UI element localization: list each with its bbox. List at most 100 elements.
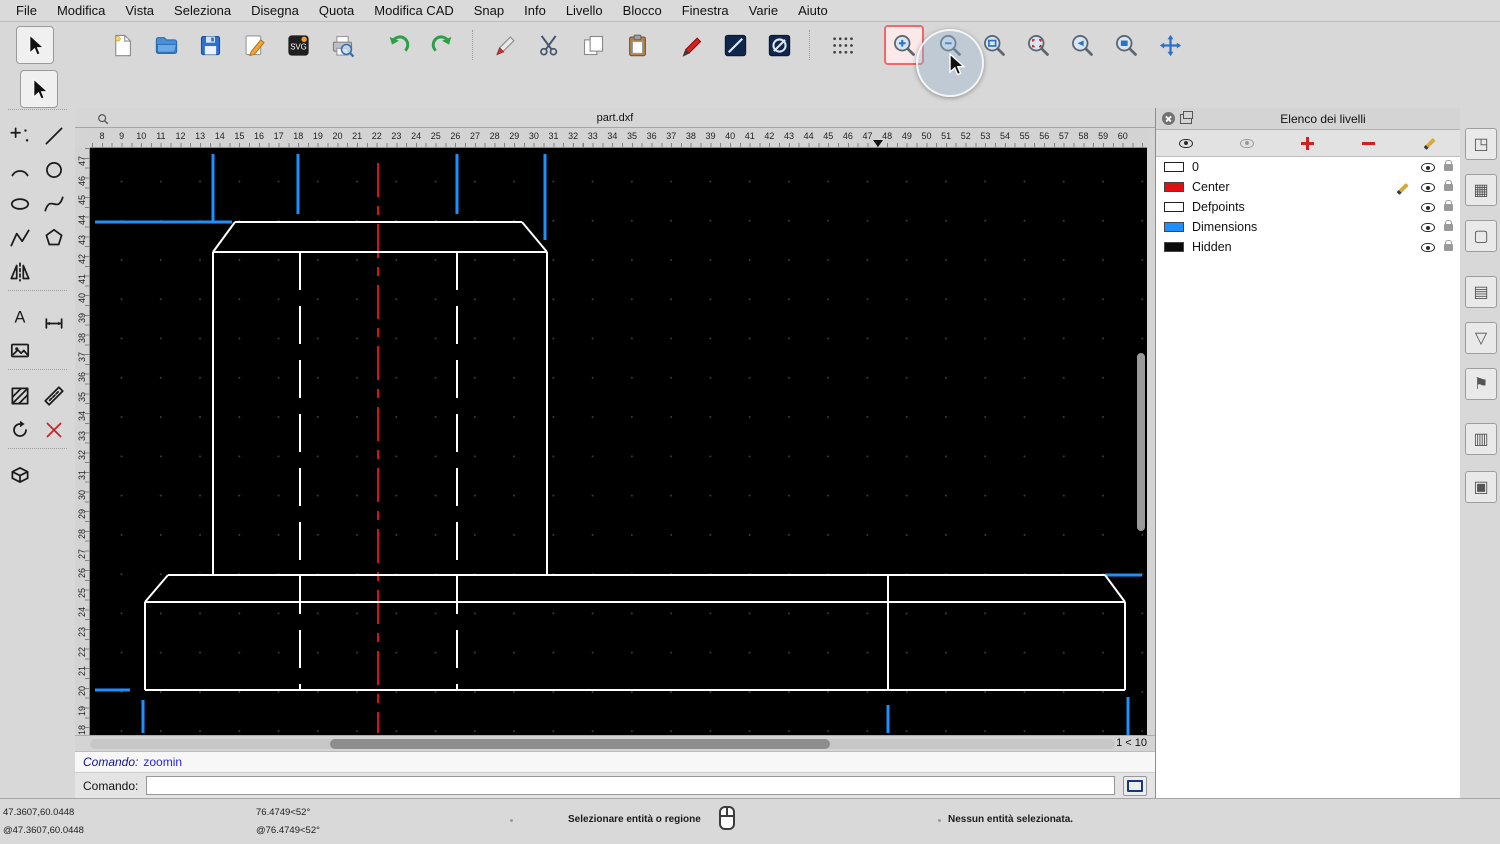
pen-tool-button[interactable] xyxy=(487,27,523,63)
command-input[interactable] xyxy=(146,776,1115,795)
document-titlebar[interactable]: part.dxf xyxy=(75,108,1155,128)
edit-layer-button[interactable] xyxy=(1404,132,1456,154)
layer-row-center[interactable]: Center xyxy=(1156,177,1460,197)
layer-visibility-icon[interactable] xyxy=(1421,203,1435,212)
layer-visibility-icon[interactable] xyxy=(1421,223,1435,232)
paste-button[interactable] xyxy=(619,27,655,63)
cad-canvas[interactable] xyxy=(90,148,1147,735)
hide-all-layers-button[interactable] xyxy=(1221,132,1273,154)
layer-color-swatch[interactable] xyxy=(1164,222,1184,232)
menu-info[interactable]: Info xyxy=(514,3,556,18)
menu-modifica[interactable]: Modifica xyxy=(47,3,115,18)
new-file-button[interactable] xyxy=(104,27,140,63)
zoom-pan-button[interactable] xyxy=(1152,27,1188,63)
circle-tool-button[interactable] xyxy=(37,153,71,187)
menu-seleziona[interactable]: Seleziona xyxy=(164,3,241,18)
close-panel-icon[interactable] xyxy=(1162,112,1175,125)
layer-row-0[interactable]: 0 xyxy=(1156,157,1460,177)
layer-visibility-icon[interactable] xyxy=(1421,163,1435,172)
layer-lock-icon[interactable] xyxy=(1444,164,1453,171)
hatch-tool-button[interactable] xyxy=(3,379,37,413)
show-all-layers-button[interactable] xyxy=(1160,132,1212,154)
menu-snap[interactable]: Snap xyxy=(464,3,514,18)
layer-lock-icon[interactable] xyxy=(1444,244,1453,251)
dock-pen-palette-icon[interactable]: ⚑ xyxy=(1465,368,1497,400)
zoom-auto-button[interactable] xyxy=(976,27,1012,63)
layer-visibility-icon[interactable] xyxy=(1421,183,1435,192)
grid-toggle-button[interactable] xyxy=(824,27,860,63)
export-svg-button[interactable]: SVG xyxy=(280,27,316,63)
layer-color-swatch[interactable] xyxy=(1164,242,1184,252)
horizontal-scrollbar-track[interactable] xyxy=(90,739,1115,749)
menu-vista[interactable]: Vista xyxy=(115,3,164,18)
snap-tool-button[interactable] xyxy=(37,413,71,447)
image-tool-button[interactable] xyxy=(3,334,37,368)
undo-button[interactable] xyxy=(380,27,416,63)
layer-row-dimensions[interactable]: Dimensions xyxy=(1156,217,1460,237)
line-attributes-button[interactable] xyxy=(717,27,753,63)
cut-button[interactable] xyxy=(531,27,567,63)
zoom-window-button[interactable] xyxy=(1108,27,1144,63)
open-file-button[interactable] xyxy=(148,27,184,63)
text-tool-button[interactable]: A xyxy=(3,300,37,334)
zoom-previous-button[interactable] xyxy=(1064,27,1100,63)
layer-color-swatch[interactable] xyxy=(1164,162,1184,172)
zoom-redraw-button[interactable] xyxy=(1020,27,1056,63)
layer-visibility-icon[interactable] xyxy=(1421,243,1435,252)
command-options-button[interactable] xyxy=(1123,776,1147,796)
line-tool-button[interactable] xyxy=(37,119,71,153)
save-button[interactable] xyxy=(192,27,228,63)
dock-entity-list-icon[interactable]: ▤ xyxy=(1465,276,1497,308)
default-action-button[interactable] xyxy=(16,26,54,64)
pen-attributes-button[interactable] xyxy=(673,27,709,63)
menu-file[interactable]: File xyxy=(6,3,47,18)
polygon-tool-button[interactable] xyxy=(37,221,71,255)
layer-lock-icon[interactable] xyxy=(1444,184,1453,191)
measure-tool-button[interactable] xyxy=(37,379,71,413)
layer-lock-icon[interactable] xyxy=(1444,204,1453,211)
layer-color-swatch[interactable] xyxy=(1164,202,1184,212)
ellipse-tool-button[interactable] xyxy=(3,187,37,221)
print-preview-button[interactable] xyxy=(324,27,360,63)
point-tool-button[interactable] xyxy=(3,119,37,153)
float-panel-icon[interactable] xyxy=(1180,114,1192,124)
layer-row-hidden[interactable]: Hidden xyxy=(1156,237,1460,257)
dock-block-list-icon[interactable]: ▦ xyxy=(1465,174,1497,206)
remove-layer-button[interactable] xyxy=(1343,132,1395,154)
horizontal-scrollbar-thumb[interactable] xyxy=(330,739,830,749)
dimension-tool-button[interactable] xyxy=(37,300,71,334)
vertical-scrollbar[interactable] xyxy=(1137,353,1145,531)
solid-tool-button[interactable] xyxy=(3,458,37,492)
menu-disegna[interactable]: Disegna xyxy=(241,3,309,18)
add-layer-button[interactable] xyxy=(1282,132,1334,154)
modify-tool-button[interactable] xyxy=(3,413,37,447)
zoom-out-button[interactable] xyxy=(932,27,968,63)
spline-tool-button[interactable] xyxy=(37,187,71,221)
redo-button[interactable] xyxy=(424,27,460,63)
open-folder-icon xyxy=(153,32,180,59)
layer-row-defpoints[interactable]: Defpoints xyxy=(1156,197,1460,217)
selection-pointer-button[interactable] xyxy=(20,70,58,108)
copy-button[interactable] xyxy=(575,27,611,63)
layer-lock-icon[interactable] xyxy=(1444,224,1453,231)
menu-quota[interactable]: Quota xyxy=(309,3,364,18)
dock-command-history-icon[interactable]: ▥ xyxy=(1465,423,1497,455)
menu-modifica-cad[interactable]: Modifica CAD xyxy=(364,3,463,18)
save-as-button[interactable] xyxy=(236,27,272,63)
dock-appearance-icon[interactable]: ◳ xyxy=(1465,128,1497,160)
menu-aiuto[interactable]: Aiuto xyxy=(788,3,838,18)
layer-color-swatch[interactable] xyxy=(1164,182,1184,192)
dock-layer-list-icon[interactable]: ▢ xyxy=(1465,220,1497,252)
dock-filter-icon[interactable]: ▽ xyxy=(1465,322,1497,354)
polyline-tool-button[interactable] xyxy=(3,221,37,255)
menu-varie[interactable]: Varie xyxy=(739,3,788,18)
menu-blocco[interactable]: Blocco xyxy=(613,3,672,18)
menu-finestra[interactable]: Finestra xyxy=(672,3,739,18)
dock-clipboard-icon[interactable]: ▣ xyxy=(1465,471,1497,503)
h-ruler-label: 34 xyxy=(607,131,617,141)
menu-livello[interactable]: Livello xyxy=(556,3,613,18)
circle-attributes-button[interactable] xyxy=(761,27,797,63)
mirror-tool-button[interactable] xyxy=(3,255,37,289)
arc-tool-button[interactable] xyxy=(3,153,37,187)
zoom-in-button[interactable] xyxy=(884,25,924,65)
